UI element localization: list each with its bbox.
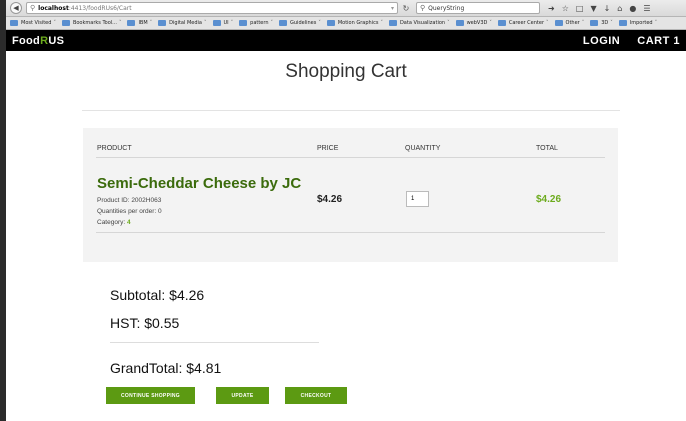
url-host: localhost: [38, 4, 69, 12]
folder-icon: [590, 20, 599, 26]
chat-icon[interactable]: ●: [629, 4, 636, 13]
chevron-down-icon: ˅: [610, 20, 613, 26]
folder-icon: [618, 20, 627, 26]
toolbar-icons: ➜ ☆ □ ▼ ↓ ⌂ ● ☰: [548, 4, 651, 13]
divider: [82, 110, 620, 111]
chevron-down-icon: ˅: [230, 20, 234, 26]
subtotal: Subtotal: $4.26: [110, 287, 205, 303]
item-price: $4.26: [317, 194, 343, 205]
folder-icon: [279, 20, 288, 26]
folder-icon: [239, 20, 248, 26]
url-path: :4413/foodRUs6/Cart: [68, 4, 132, 12]
chevron-down-icon: ˅: [149, 20, 153, 26]
login-link[interactable]: LOGIN: [583, 35, 620, 47]
product-id: Product ID: 2002H063: [97, 197, 162, 204]
bookmark-item[interactable]: Digital Media ˅: [158, 20, 207, 26]
folder-icon: [10, 20, 18, 26]
bookmark-item[interactable]: Other ˅: [554, 20, 585, 26]
header-price: PRICE: [317, 145, 339, 152]
bookmark-item[interactable]: 3D ˅: [590, 20, 613, 26]
bookmarks-bar: Most Visited ˅ Bookmarks Tool... ˅ IBM ˅ Di…: [6, 17, 686, 30]
grand-total: GrandTotal: $4.81: [110, 360, 222, 376]
bookmark-item[interactable]: webV3D ˅: [455, 20, 492, 26]
chevron-down-icon: ˅: [581, 20, 585, 26]
site-logo[interactable]: FoodRUS: [12, 35, 64, 47]
dropdown-icon[interactable]: ▾: [391, 5, 394, 12]
bookmark-item[interactable]: pattern ˅: [239, 20, 273, 26]
bookmark-item[interactable]: Career Center ˅: [497, 20, 549, 26]
product-category: Category: 4: [97, 219, 131, 226]
folder-icon: [61, 20, 70, 26]
bookmark-item[interactable]: Motion Graphics ˅: [326, 20, 383, 26]
browser-toolbar: ◀ ⚲ localhost:4413/foodRUs6/Cart ▾ ↻ ⚲ Q…: [6, 0, 686, 17]
bookmark-item[interactable]: Imported ˅: [618, 20, 658, 26]
search-icon: ⚲: [420, 4, 426, 12]
header-product: PRODUCT: [97, 145, 132, 152]
reload-icon[interactable]: ↻: [398, 4, 414, 13]
folder-icon: [127, 20, 136, 26]
product-name[interactable]: Semi-Cheddar Cheese by JC: [97, 175, 301, 192]
chevron-down-icon: ˅: [546, 20, 549, 26]
globe-icon: ⚲: [30, 4, 36, 12]
product-quantities: Quantities per order: 0: [97, 208, 162, 215]
clipboard-icon[interactable]: □: [576, 4, 584, 13]
bookmark-item[interactable]: Guidelines ˅: [279, 20, 321, 26]
folder-icon: [497, 20, 506, 26]
chevron-down-icon: ˅: [204, 20, 207, 26]
chevron-down-icon: ˅: [380, 20, 383, 26]
chevron-down-icon: ˅: [270, 20, 274, 26]
browser-window: ◀ ⚲ localhost:4413/foodRUs6/Cart ▾ ↻ ⚲ Q…: [6, 0, 686, 421]
folder-icon: [388, 20, 397, 26]
hst: HST: $0.55: [110, 315, 180, 331]
chevron-down-icon: ˅: [447, 20, 450, 26]
chevron-down-icon: ˅: [318, 20, 321, 26]
category-value: 4: [127, 219, 131, 226]
search-input[interactable]: ⚲ QueryString: [416, 2, 540, 14]
update-button[interactable]: UPDATE: [216, 387, 269, 404]
bookmark-item[interactable]: UI ˅: [212, 20, 234, 26]
folder-icon: [212, 20, 221, 26]
chevron-down-icon: ˅: [53, 20, 56, 26]
checkout-button[interactable]: CHECKOUT: [285, 387, 347, 404]
divider: [96, 157, 605, 158]
chevron-down-icon: ˅: [654, 20, 658, 26]
search-value: QueryString: [428, 4, 465, 12]
item-total: $4.26: [536, 194, 562, 205]
header-quantity: QUANTITY: [405, 145, 441, 152]
bookmark-item[interactable]: IBM ˅: [127, 20, 152, 26]
quantity-input[interactable]: 1: [406, 191, 429, 207]
cart-table: PRODUCT PRICE QUANTITY TOTAL Semi-Chedda…: [83, 128, 618, 262]
nav-links: LOGIN CART 1: [583, 35, 680, 47]
bookmark-item[interactable]: Most Visited ˅: [10, 20, 56, 26]
home-icon[interactable]: ⌂: [617, 4, 622, 13]
url-bar[interactable]: ⚲ localhost:4413/foodRUs6/Cart ▾: [26, 2, 398, 14]
star-icon[interactable]: ☆: [562, 4, 569, 13]
bookmark-item[interactable]: Bookmarks Tool... ˅: [61, 20, 122, 26]
folder-icon: [455, 20, 464, 26]
site-navbar: FoodRUS LOGIN CART 1: [6, 30, 686, 51]
cart-link[interactable]: CART 1: [637, 35, 680, 47]
bookmark-item[interactable]: Data Visualization ˅: [388, 20, 450, 26]
continue-shopping-button[interactable]: CONTINUE SHOPPING: [106, 387, 195, 404]
go-arrow-icon[interactable]: ➜: [548, 4, 555, 13]
page-title: Shopping Cart: [285, 61, 407, 82]
back-icon[interactable]: ◀: [10, 2, 22, 14]
divider: [110, 342, 319, 343]
quantity-value: 1: [411, 196, 415, 202]
menu-icon[interactable]: ☰: [643, 4, 650, 13]
chevron-down-icon: ˅: [489, 20, 492, 26]
divider: [96, 232, 605, 233]
header-total: TOTAL: [536, 145, 558, 152]
folder-icon: [554, 20, 563, 26]
download-icon[interactable]: ↓: [604, 4, 611, 13]
shield-icon[interactable]: ▼: [590, 4, 596, 13]
folder-icon: [326, 20, 335, 26]
folder-icon: [158, 20, 167, 26]
chevron-down-icon: ˅: [118, 20, 122, 26]
